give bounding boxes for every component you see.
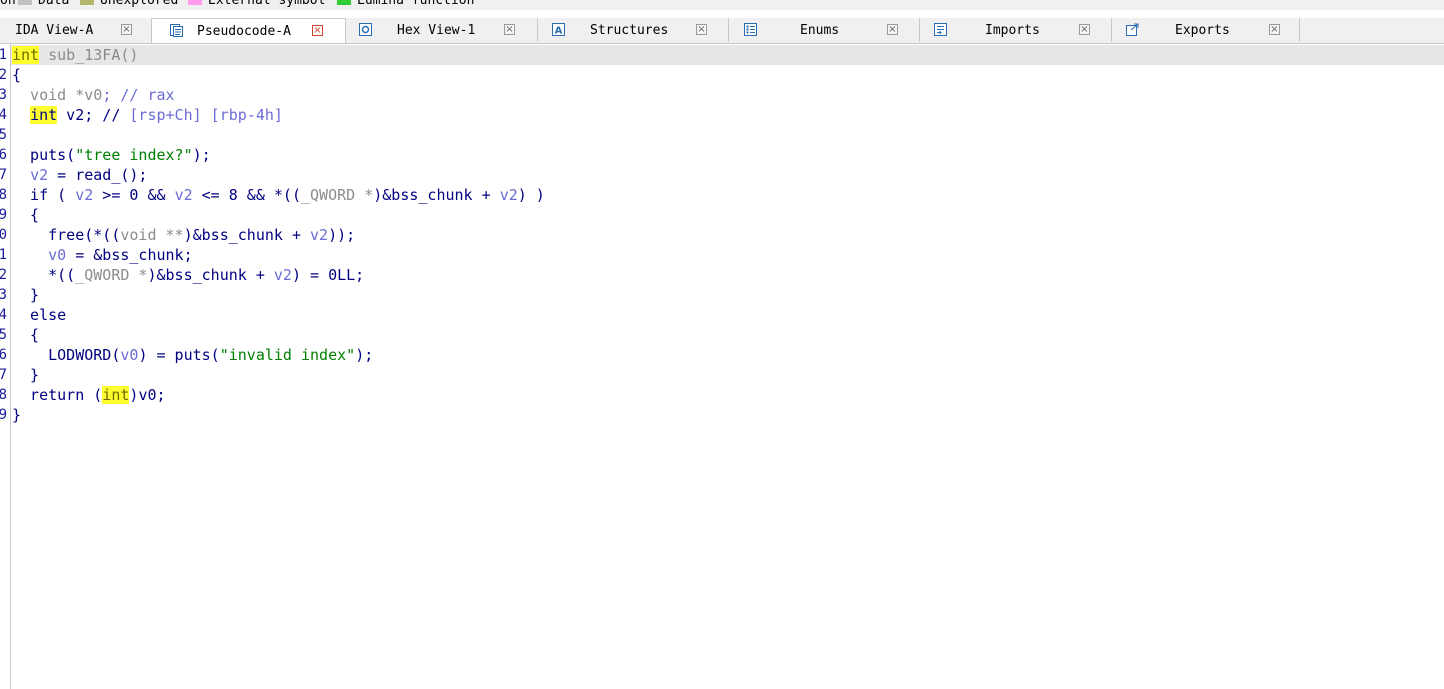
line-number: 1 (0, 247, 7, 263)
tab-ida-view-a[interactable]: IDA View-A × (0, 18, 152, 42)
close-icon[interactable]: × (1079, 24, 1090, 35)
line-number: 3 (0, 87, 7, 103)
line-number: 6 (0, 147, 7, 163)
code-line[interactable]: *((_QWORD *)&bss_chunk + v2) = 0LL; (12, 265, 364, 285)
code-line[interactable]: v0 = &bss_chunk; (12, 245, 193, 265)
line-number: 5 (0, 327, 7, 343)
structures-icon: A (552, 23, 565, 36)
code-line[interactable]: free(*((void **)&bss_chunk + v2)); (12, 225, 355, 245)
line-number: 8 (0, 187, 7, 203)
type-keyword[interactable]: int (102, 386, 130, 404)
tab-bar: IDA View-A × Pseudocode-A × Hex View-1 ×… (0, 18, 1444, 44)
variable-v0[interactable]: v0 (84, 86, 102, 104)
code-line[interactable]: } (12, 365, 39, 385)
legend-item-external-symbol: External symbol (188, 0, 325, 10)
legend-item-unexplored: Unexplored (80, 0, 178, 10)
close-icon[interactable]: × (696, 24, 707, 35)
tab-hex-view-1[interactable]: Hex View-1 × (346, 18, 538, 42)
line-number: 9 (0, 207, 7, 223)
code-line[interactable]: } (12, 405, 21, 425)
legend-item-lumina-function: Lumina function (337, 0, 474, 10)
legend-item-function: on (0, 0, 16, 8)
pseudocode-icon (170, 24, 183, 37)
code-line[interactable]: { (12, 205, 39, 225)
line-number: 5 (0, 127, 7, 143)
close-icon[interactable]: × (312, 25, 323, 36)
code-line[interactable]: { (12, 65, 21, 85)
line-number: 8 (0, 387, 7, 403)
code-line-return[interactable]: return (int)v0; (12, 385, 166, 405)
close-icon[interactable]: × (1269, 24, 1280, 35)
line-number-gutter: 1 2 3 4 5 6 7 8 9 0 1 2 3 4 5 6 7 8 9 (0, 44, 11, 689)
tab-enums[interactable]: Enums × (728, 18, 920, 42)
line-number: 4 (0, 107, 7, 123)
code-line-var-decl[interactable]: int v2; // [rsp+Ch] [rbp-4h] (12, 105, 283, 125)
svg-text:A: A (555, 26, 563, 37)
line-number: 0 (0, 227, 7, 243)
tab-pseudocode-a[interactable]: Pseudocode-A × (151, 18, 346, 43)
string-literal: "tree index?" (75, 146, 193, 164)
code-line-else[interactable]: else (12, 305, 66, 325)
line-number: 3 (0, 287, 7, 303)
type-keyword[interactable]: int (12, 46, 40, 64)
close-icon[interactable]: × (504, 24, 515, 35)
code-line[interactable]: } (12, 285, 39, 305)
variable-v2[interactable]: v2 (30, 166, 48, 184)
code-line[interactable]: v2 = read_(); (12, 165, 147, 185)
line-number: 7 (0, 367, 7, 383)
exports-icon (1126, 23, 1139, 36)
code-line[interactable]: LODWORD(v0) = puts("invalid index"); (12, 345, 373, 365)
string-literal: "invalid index" (219, 346, 356, 364)
code-line[interactable]: puts("tree index?"); (12, 145, 211, 165)
tab-structures[interactable]: A Structures × (537, 18, 729, 42)
legend-item-data: Data (18, 0, 69, 10)
current-line-highlight (11, 45, 1444, 65)
close-icon[interactable]: × (887, 24, 898, 35)
line-number: 1 (0, 47, 7, 63)
line-number: 6 (0, 347, 7, 363)
enums-icon (744, 23, 757, 36)
line-number: 4 (0, 307, 7, 323)
tab-exports[interactable]: Exports × (1111, 18, 1300, 42)
line-number: 2 (0, 67, 7, 83)
close-icon[interactable]: × (121, 24, 132, 35)
line-number: 2 (0, 267, 7, 283)
line-number: 9 (0, 407, 7, 423)
tab-imports[interactable]: Imports × (919, 18, 1112, 42)
line-number: 7 (0, 167, 7, 183)
imports-icon (934, 23, 947, 36)
hex-view-icon (359, 23, 372, 36)
code-line-function-signature[interactable]: int sub_13FA() (12, 45, 138, 65)
code-line-if[interactable]: if ( v2 >= 0 && v2 <= 8 && *((_QWORD *)&… (12, 185, 545, 205)
legend-swatch (337, 0, 351, 5)
code-line-var-decl[interactable]: void *v0; // rax (12, 85, 175, 105)
pseudocode-editor[interactable]: 1 2 3 4 5 6 7 8 9 0 1 2 3 4 5 6 7 8 9 in… (0, 44, 1444, 689)
legend-swatch (80, 0, 94, 5)
legend-swatch (18, 0, 32, 5)
color-legend: on Data Unexplored External symbol Lumin… (0, 0, 1444, 10)
type-keyword[interactable]: int (30, 106, 58, 124)
code-line[interactable]: { (12, 325, 39, 345)
legend-swatch (188, 0, 202, 5)
